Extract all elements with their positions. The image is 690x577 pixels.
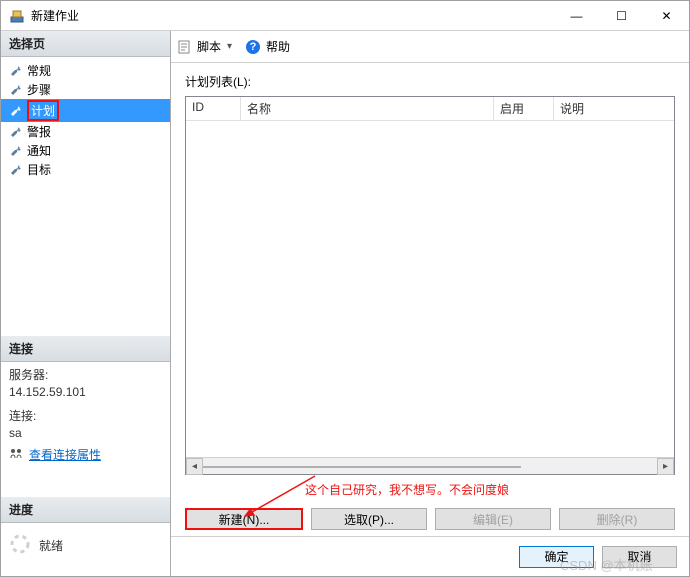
sidebar-item-alerts[interactable]: 警报: [1, 122, 170, 141]
highlight-box: 计划: [27, 100, 59, 121]
sidebar-item-label: 警报: [27, 123, 51, 140]
connection-header: 连接: [1, 336, 170, 362]
sidebar-item-steps[interactable]: 步骤: [1, 80, 170, 99]
sidebar-item-target[interactable]: 目标: [1, 160, 170, 179]
window-buttons: — ☐ ✕: [554, 1, 689, 31]
main-panel: 脚本 ▾ ? 帮助 计划列表(L): ID 名称 启用 说明 ◂: [171, 31, 689, 576]
view-connection-link[interactable]: 查看连接属性: [29, 446, 101, 463]
app-icon: [9, 8, 25, 24]
help-icon: ?: [246, 40, 260, 54]
title-bar[interactable]: 新建作业 — ☐ ✕: [1, 1, 689, 31]
dialog-footer: 确定 取消: [171, 536, 689, 576]
col-enabled[interactable]: 启用: [494, 97, 554, 120]
horizontal-scrollbar[interactable]: ◂ ▸: [186, 457, 674, 474]
window-title: 新建作业: [31, 7, 554, 24]
wrench-icon: [9, 104, 23, 118]
sidebar-item-general[interactable]: 常规: [1, 61, 170, 80]
pick-button[interactable]: 选取(P)...: [311, 508, 427, 530]
close-button[interactable]: ✕: [644, 1, 689, 31]
col-id[interactable]: ID: [186, 97, 241, 120]
progress-spinner-icon: [9, 533, 31, 558]
schedule-table[interactable]: ID 名称 启用 说明 ◂ ▸: [185, 96, 675, 475]
script-icon: [177, 40, 191, 54]
conn-label: 连接:: [9, 407, 162, 424]
wrench-icon: [9, 64, 23, 78]
wrench-icon: [9, 83, 23, 97]
progress-header: 进度: [1, 497, 170, 523]
edit-button[interactable]: 编辑(E): [435, 508, 551, 530]
new-button[interactable]: 新建(N)...: [185, 508, 303, 530]
connection-block: 服务器: 14.152.59.101 连接: sa 查看连接属性: [1, 362, 170, 467]
dropdown-arrow-icon[interactable]: ▾: [227, 41, 232, 52]
sidebar-item-label: 常规: [27, 62, 51, 79]
sidebar-item-label: 目标: [27, 161, 51, 178]
nav-list: 常规 步骤 计划 警报 通知: [1, 57, 170, 183]
server-value: 14.152.59.101: [9, 385, 162, 399]
sidebar-header: 选择页: [1, 31, 170, 57]
script-label[interactable]: 脚本: [197, 38, 221, 55]
annotation-text: 这个自己研究，我不想写。不会问度娘: [305, 481, 675, 498]
help-label[interactable]: 帮助: [266, 38, 290, 55]
col-desc[interactable]: 说明: [554, 97, 674, 120]
content-area: 计划列表(L): ID 名称 启用 说明 ◂ ▸ 这个自己研究，我: [171, 63, 689, 536]
ok-button[interactable]: 确定: [519, 546, 594, 568]
sidebar-item-label: 通知: [27, 142, 51, 159]
table-header: ID 名称 启用 说明: [186, 97, 674, 121]
scroll-left-arrow[interactable]: ◂: [186, 458, 203, 475]
wrench-icon: [9, 125, 23, 139]
sidebar-item-notify[interactable]: 通知: [1, 141, 170, 160]
progress-block: 就绪: [1, 523, 170, 576]
wrench-icon: [9, 163, 23, 177]
scroll-thumb[interactable]: [203, 466, 521, 468]
list-label: 计划列表(L):: [185, 73, 675, 90]
wrench-icon: [9, 144, 23, 158]
button-row: 新建(N)... 选取(P)... 编辑(E) 删除(R): [185, 502, 675, 530]
sidebar-item-schedule[interactable]: 计划: [1, 99, 170, 122]
sidebar-item-label: 计划: [31, 104, 55, 118]
col-name[interactable]: 名称: [241, 97, 494, 120]
scroll-right-arrow[interactable]: ▸: [657, 458, 674, 475]
maximize-button[interactable]: ☐: [599, 1, 644, 31]
cancel-button[interactable]: 取消: [602, 546, 677, 568]
delete-button[interactable]: 删除(R): [559, 508, 675, 530]
table-body: [186, 121, 674, 457]
server-label: 服务器:: [9, 366, 162, 383]
conn-value: sa: [9, 426, 162, 440]
dialog-body: 选择页 常规 步骤 计划 警报: [1, 31, 689, 576]
sidebar-item-label: 步骤: [27, 81, 51, 98]
toolbar: 脚本 ▾ ? 帮助: [171, 31, 689, 63]
progress-status: 就绪: [39, 537, 63, 554]
sidebar: 选择页 常规 步骤 计划 警报: [1, 31, 171, 576]
dialog-window: 新建作业 — ☐ ✕ 选择页 常规 步骤 计划: [0, 0, 690, 577]
connection-icon: [9, 446, 23, 463]
minimize-button[interactable]: —: [554, 1, 599, 31]
